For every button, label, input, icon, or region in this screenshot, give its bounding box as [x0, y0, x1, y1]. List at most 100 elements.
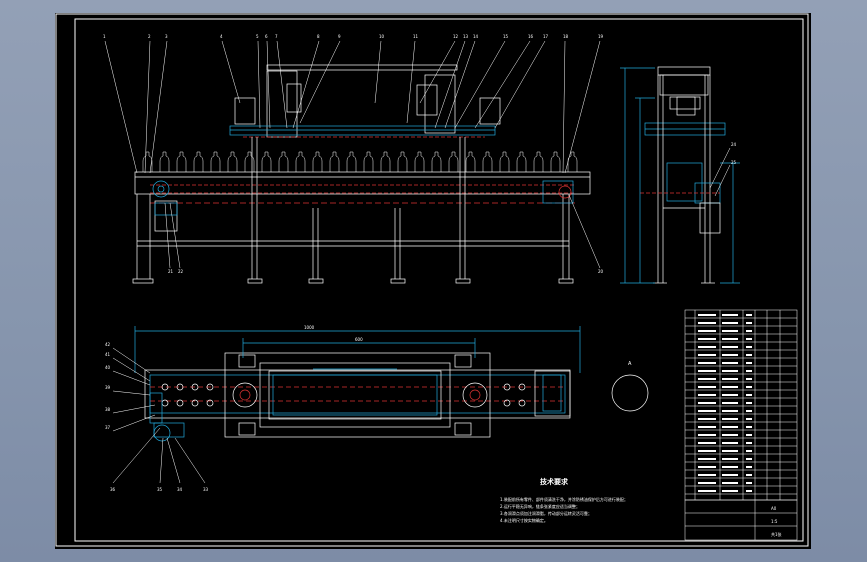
plan-callout: 38 — [105, 407, 111, 412]
part-callout: 12 — [453, 34, 459, 39]
plan-view — [112, 326, 649, 484]
bom-cell — [698, 442, 716, 444]
bom-cell — [746, 354, 752, 356]
bom-cell — [698, 410, 716, 412]
plan-callout: 35 — [157, 487, 163, 492]
bom-cell — [722, 354, 738, 356]
technical-notes: 技术要求 1.装配前所有零件、部件须清洗干净，并涂防锈油保护后方可进行装配； 2… — [500, 479, 700, 524]
bom-cell — [698, 338, 716, 340]
title-block-sheet: 共1张 — [771, 531, 782, 537]
bottle — [261, 151, 272, 172]
bom-cell — [698, 450, 716, 452]
bom-cell — [698, 346, 716, 348]
bom-cell — [746, 378, 752, 380]
bom-cell — [698, 474, 716, 476]
bom-cell — [698, 378, 716, 380]
bom-cell — [698, 490, 716, 492]
bom-cell — [698, 362, 716, 364]
bom-cell — [698, 482, 716, 484]
bom-cell — [746, 322, 752, 324]
bottle — [210, 151, 221, 172]
side-callout: 25 — [731, 160, 737, 165]
note-line: 3.各润滑点须加注润滑脂，传动部分运转灵活可靠； — [500, 511, 592, 516]
bottle — [159, 151, 170, 172]
bom-cell — [746, 362, 752, 364]
notes-title: 技术要求 — [540, 478, 568, 486]
bom-cell — [746, 370, 752, 372]
title-block-scale: 1:5 — [771, 519, 778, 524]
part-callout: 7 — [275, 34, 278, 39]
bottle — [482, 151, 493, 172]
bom-cell — [722, 402, 738, 404]
part-callout: 19 — [598, 34, 604, 39]
part-callout: 20 — [598, 269, 604, 274]
bottle — [533, 151, 544, 172]
bom-cell — [722, 466, 738, 468]
part-callout: 14 — [473, 34, 479, 39]
bom-cell — [746, 466, 752, 468]
bom-cell — [722, 418, 738, 420]
bom-cell — [722, 322, 738, 324]
bom-cell — [698, 466, 716, 468]
bom-text — [698, 314, 752, 492]
bom-cell — [746, 418, 752, 420]
bom-cell — [698, 386, 716, 388]
bottle — [278, 151, 289, 172]
bottle — [397, 151, 408, 172]
front-elevation-view — [104, 40, 601, 284]
plan-callout: 37 — [105, 425, 111, 430]
bottle — [193, 151, 204, 172]
side-callouts: 24 25 — [731, 142, 737, 165]
side-elevation-view — [620, 66, 740, 284]
section-label: A — [628, 361, 632, 367]
bom-cell — [722, 314, 738, 316]
part-callout: 10 — [379, 34, 385, 39]
bom-cell — [746, 402, 752, 404]
bottle — [295, 151, 306, 172]
part-callout: 5 — [256, 34, 259, 39]
bom-cell — [722, 378, 738, 380]
part-callout: 4 — [220, 34, 223, 39]
bom-cell — [746, 490, 752, 492]
bom-cell — [698, 322, 716, 324]
bom-cell — [698, 394, 716, 396]
part-callout: 18 — [563, 34, 569, 39]
cad-viewport[interactable]: 1 2 3 4 5 6 7 8 9 10 11 12 13 14 15 16 17 18 19 20 21 22 — [55, 13, 811, 549]
bom-cell — [722, 338, 738, 340]
bom-cell — [698, 426, 716, 428]
note-line: 4.未注明尺寸按实物确定。 — [500, 518, 548, 523]
bom-cell — [746, 410, 752, 412]
bom-cell — [746, 394, 752, 396]
bottle — [227, 151, 238, 172]
part-callout: 2 — [148, 34, 151, 39]
part-callout: 15 — [503, 34, 509, 39]
title-block-part-no: A0 — [771, 506, 777, 511]
bom-cell — [746, 426, 752, 428]
part-callout: 13 — [463, 34, 469, 39]
note-line: 2.运行平稳无异响，链条张紧度应适当调整； — [500, 504, 580, 509]
bom-cell — [698, 434, 716, 436]
dimension-center: 600 — [355, 337, 363, 342]
bom-cell — [722, 426, 738, 428]
part-callout: 6 — [265, 34, 268, 39]
bottle — [244, 151, 255, 172]
part-callout: 3 — [165, 34, 168, 39]
part-callout: 8 — [317, 34, 320, 39]
bom-cell — [698, 314, 716, 316]
bom-cell — [722, 394, 738, 396]
part-callout: 21 — [168, 269, 174, 274]
part-callout: 11 — [413, 34, 419, 39]
bom-cell — [722, 450, 738, 452]
bottle — [346, 151, 357, 172]
bottle — [465, 151, 476, 172]
bom-cell — [722, 490, 738, 492]
bottle — [380, 151, 391, 172]
bom-cell — [722, 370, 738, 372]
bom-cell — [722, 362, 738, 364]
bom-cell — [722, 442, 738, 444]
bottle — [176, 151, 187, 172]
hole — [161, 399, 169, 407]
plan-callout: 42 — [105, 342, 111, 347]
part-callout: 16 — [528, 34, 534, 39]
bom-cell — [698, 458, 716, 460]
